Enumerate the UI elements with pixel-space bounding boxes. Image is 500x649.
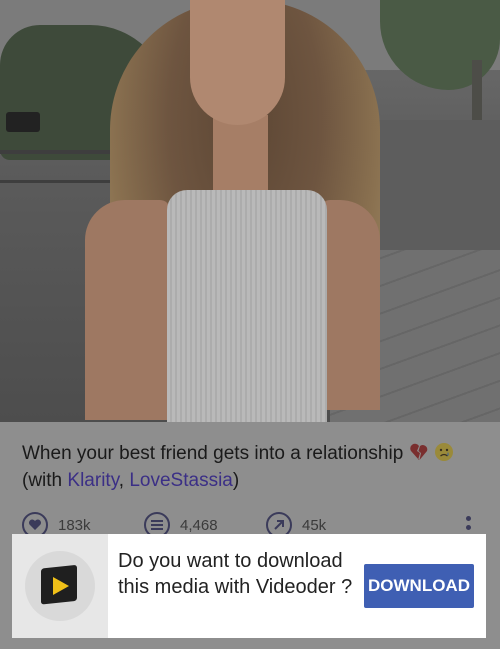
subject-top (167, 190, 327, 422)
download-prompt-text: Do you want to download this media with … (118, 550, 353, 598)
subject-right-arm (320, 200, 380, 410)
collaborator-separator: , (118, 470, 130, 491)
video-title: When your best friend gets into a relati… (22, 440, 482, 494)
background-tree-trunk (472, 60, 482, 120)
subject-face (190, 0, 285, 125)
collaborator-link-lovestassia[interactable]: LoveStassia (129, 470, 233, 491)
collaborator-link-klarity[interactable]: Klarity (67, 470, 118, 491)
subject-left-arm (85, 200, 170, 420)
crying-face-emoji (434, 443, 453, 461)
like-count: 183k (58, 516, 91, 534)
download-banner: Do you want to download this media with … (12, 534, 486, 638)
video-player[interactable] (0, 0, 500, 422)
background-lamp (6, 112, 40, 132)
video-title-text: When your best friend gets into a relati… (22, 443, 404, 464)
with-prefix: (with (22, 470, 68, 491)
app-icon-container (12, 534, 108, 638)
background-tree (380, 0, 500, 90)
broken-heart-emoji (409, 443, 427, 460)
video-subject (85, 0, 395, 422)
comment-count: 4,468 (180, 516, 218, 534)
videoder-logo-icon (25, 551, 95, 621)
share-count: 45k (302, 516, 327, 534)
subject-neck (213, 115, 268, 190)
with-suffix: ) (232, 470, 240, 491)
download-button[interactable]: DOWNLOAD (364, 564, 474, 608)
